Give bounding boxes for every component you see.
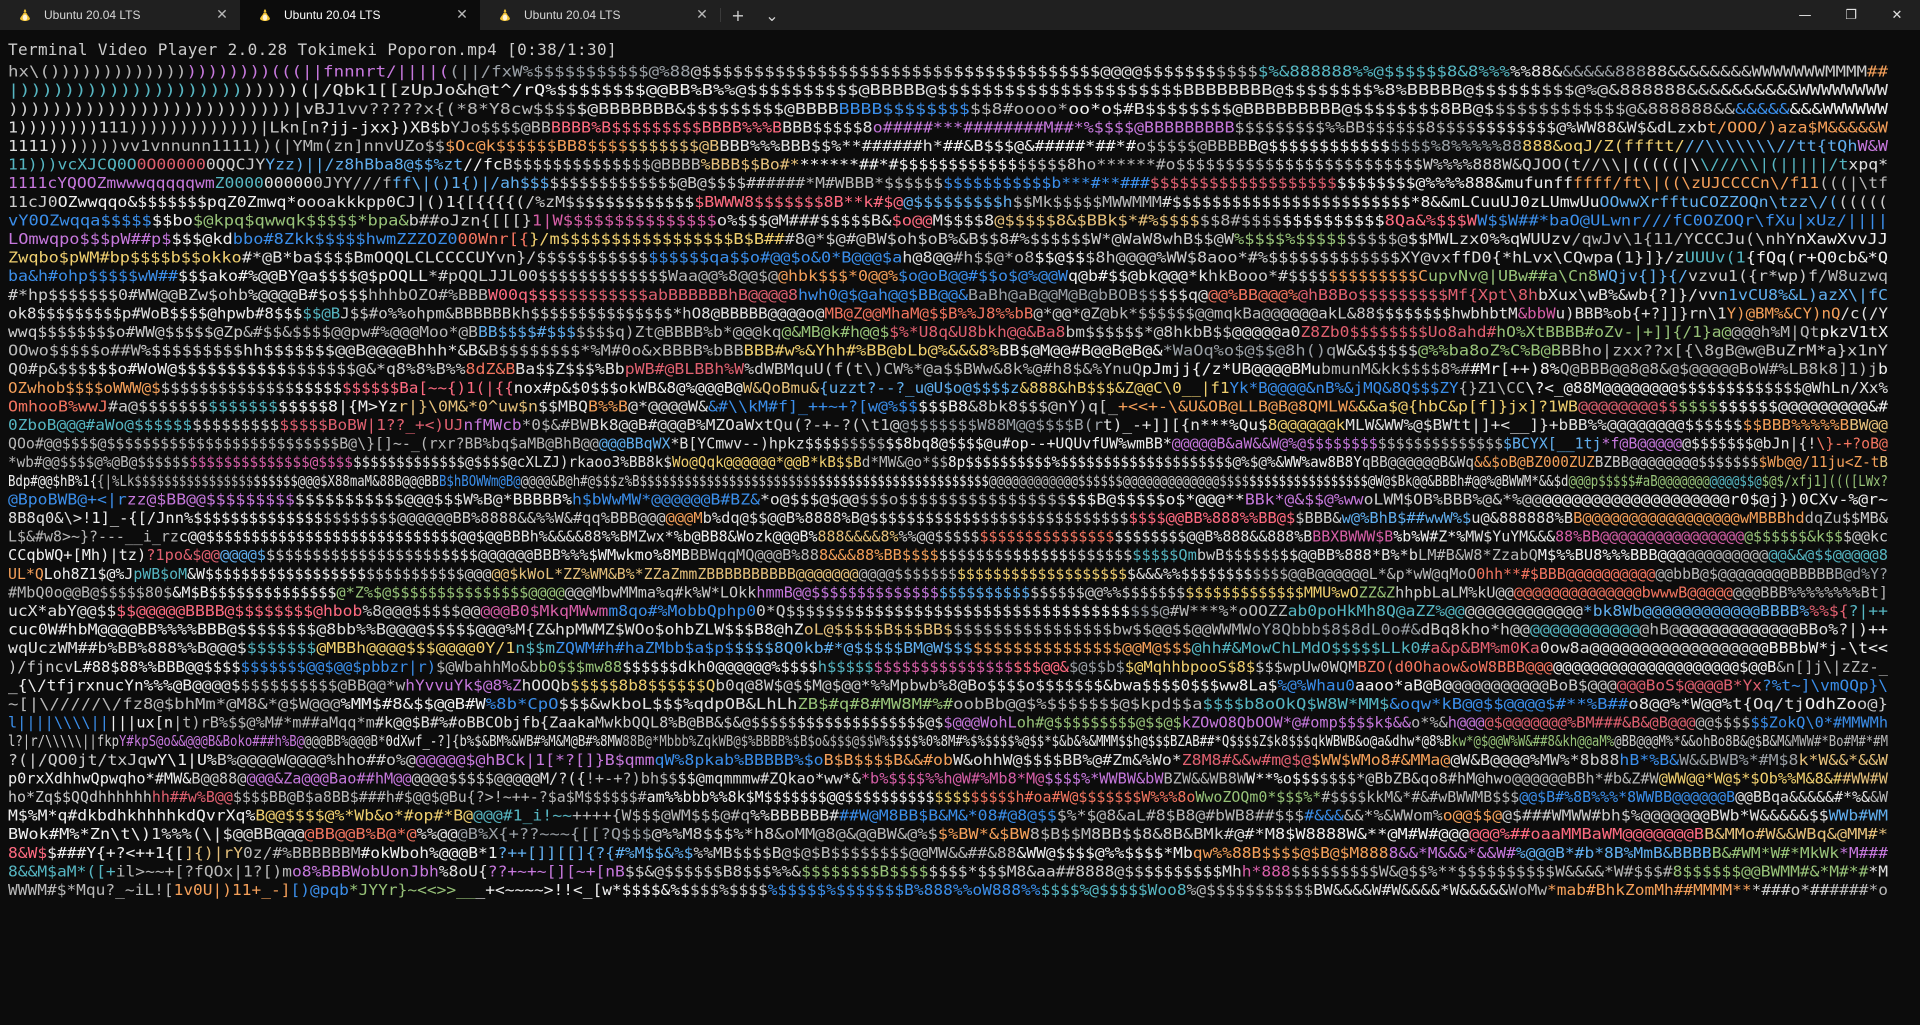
close-tab-icon[interactable]: ✕ bbox=[212, 5, 232, 25]
terminal-tab-2[interactable]: Ubuntu 20.04 LTS ✕ bbox=[240, 0, 480, 30]
close-tab-icon[interactable]: ✕ bbox=[692, 5, 712, 25]
ascii-row: QOo#@@$$$$@$$$$$$$$$$$$$$$$$$$$$$$$$$B@\… bbox=[8, 435, 1888, 453]
ascii-row: UL*QLoh8Z1$@%JpWB$oM&W$$$$$$$$$$$$$$$$$$… bbox=[8, 565, 1888, 583]
terminal-tab-3[interactable]: Ubuntu 20.04 LTS ✕ bbox=[480, 0, 720, 30]
ascii-row: 8B8q0&\>!1]_-{[/Jnn%$$$$$$$$$$$$$$$$$$$$… bbox=[8, 509, 1889, 527]
ubuntu-linux-icon bbox=[260, 9, 270, 21]
ascii-row: ~[|\/////\/fz8@$bhMm*@ M8&*@$W@@@ %MM$#8&$… bbox=[8, 695, 1888, 713]
ascii-row: 1111cYQOOZmwwwqqqqqwm Z0000 00000 0JYY///f f… bbox=[8, 174, 1888, 192]
player-status-line: Terminal Video Player 2.0.28 Tokimeki Po… bbox=[8, 40, 617, 59]
ascii-row: 8&W$ $###Y{+?<++1{[]{)|rY 0z/#%BBBBBBM #okW… bbox=[8, 844, 1889, 862]
tab-label: Ubuntu 20.04 LTS bbox=[284, 8, 381, 22]
ascii-row: 11cJ0 OZwwqqo&$$$$$$$pqZ0Zmwq*o ooakkkpp0C… bbox=[8, 193, 1888, 211]
ascii-row: l||||\\\\|||||ux[n|t)rB%$$@%M#*m##aMqq*m… bbox=[8, 714, 1888, 732]
ascii-row: l?|r/\\\\\||fkpY#kpS@o&&@@@B&Boko###h%B@… bbox=[8, 732, 1888, 750]
maximize-button[interactable]: ❐ bbox=[1828, 0, 1874, 30]
ascii-row: vY0OZwqqa$$$$$ $$bo $@kpq$qwwqk$$$$$*bpa& b… bbox=[8, 211, 1888, 229]
ascii-row: hx\()))))))))))))))))))))(((||fnnnrt/|||… bbox=[8, 63, 1889, 81]
ascii-row: OZwhob$$$$oWWW@$ $$$$$$$$$$$$$$ $$$$$$$$$$… bbox=[8, 379, 1889, 397]
tab-dropdown-button[interactable]: ⌄ bbox=[755, 0, 789, 30]
ascii-row: 0ZboB@@@#aWo@$$$$$$ $$$$$$$$$ $$$$$BoBW|1?… bbox=[8, 416, 1888, 434]
ascii-row: 1))))))))1 11)))))))))))))|Lkn[n ?jj-jxx})… bbox=[8, 118, 1889, 136]
ubuntu-linux-icon bbox=[20, 9, 30, 21]
ascii-row: ucX*abY@@$$ $$@@@@@BBBB@$$$$$$$$@hbob %8@@… bbox=[8, 602, 1888, 620]
terminal-tab-1[interactable]: Ubuntu 20.04 LTS ✕ bbox=[0, 0, 240, 30]
ascii-row: WWWM#$*Mqu?_~iL![1v0U|)11+_-] [)@pqb *JYYr… bbox=[8, 881, 1888, 899]
ascii-row: p0rxXdhhwQpwqho*#MW&B@@88@@@@&Za@@@Bao##… bbox=[8, 769, 1889, 787]
close-window-button[interactable]: ✕ bbox=[1874, 0, 1920, 30]
ascii-row: 8&&M$aM*([+ il>~~+[?fQOx|1?[)m o8%BBBWobUo… bbox=[8, 862, 1888, 880]
ascii-row: wwq$$$$$$$$o#WW@$$$$$@Zp &#$$&$$$$@@pw#%@… bbox=[8, 323, 1889, 341]
ascii-row: ?(|/QO0jt/txJq wY\1|U% B%@@@@W@@@@%hho##o%… bbox=[8, 751, 1889, 769]
ascii-row: L$&#w8>~}?---__i_rzc@@$$$$$$$$$$$$$$$$$$… bbox=[8, 528, 1888, 546]
titlebar-drag-area[interactable] bbox=[789, 0, 1782, 30]
ascii-video-frame: hx\()))))))))))))))))))))(((||fnnnrt/|||… bbox=[8, 63, 1889, 899]
ascii-row: @BpoBWB@+<|r zz@$BB@@$$$$$$$$$ $$$$$$$$$$$… bbox=[8, 490, 1888, 508]
ascii-row: #MbQ0o@@B@$$$$$80$&M$B$$$$$$$$$$$$$$@*Z%… bbox=[8, 583, 1888, 601]
window-titlebar: Ubuntu 20.04 LTS ✕ Ubuntu 20.04 LTS ✕ Ub… bbox=[0, 0, 1920, 30]
ascii-row: 11)))vcXJCQ0O 0O00000 0QQCJY Yzz)||/z8hBba8… bbox=[8, 156, 1888, 174]
ascii-row: cuc0W#hbM@@@@BB%%%%BBB@$$ $$$$$$@8bb%%B@@… bbox=[8, 621, 1888, 639]
ascii-row: BWok#M%*Zn\t\) 1%%%(\|$@@BB@@@ @BB@@B%B@*@… bbox=[8, 825, 1888, 843]
ubuntu-linux-icon bbox=[500, 9, 510, 21]
ascii-row: OmhooB%wwJ #a@$$$$$$$ $$$$$$$ $$$$$8|{M>Yz r… bbox=[8, 397, 1889, 415]
ascii-row: ))))))))))))))))))))))))))|vBJ 1vv?????x{… bbox=[8, 100, 1889, 118]
new-tab-button[interactable]: + bbox=[721, 0, 755, 30]
ascii-row: Bdp#@@$hB%1{{|%Lk$$$$$$$$$$$$$$$$$$$$$$@… bbox=[8, 472, 1888, 490]
tab-label: Ubuntu 20.04 LTS bbox=[44, 8, 141, 22]
ascii-row: 1111)))))))v v1vnnunn1111))(|YMm(z n]nnvUZ… bbox=[8, 137, 1889, 155]
tab-label: Ubuntu 20.04 LTS bbox=[524, 8, 621, 22]
ascii-row: OOwo$$$$$o##W %$$$$$$$$$ hh$$$$$$$@@ B@@@@B… bbox=[8, 342, 1889, 360]
ascii-row: _{\/tfjrxnucYn%%%@B@ @@@$$$$$$$$$$$@BB@@*… bbox=[8, 676, 1888, 694]
ascii-row: CCqbWQ+[Mh)|tz)?1po&$@@@@@@$$$$$$$$$$$$$… bbox=[8, 546, 1888, 564]
ascii-row: |)))))))))))))))))))))))))(|/Qbk1[[zUpJo… bbox=[8, 81, 1889, 99]
minimize-button[interactable]: — bbox=[1782, 0, 1828, 30]
ascii-row: wqUczWM##b%BB%888%%B@@@$ $$$$$$$ @MBBh@@@@… bbox=[8, 639, 1888, 657]
terminal-output[interactable]: Terminal Video Player 2.0.28 Tokimeki Po… bbox=[0, 30, 1920, 1025]
ascii-row: ho*Zq$$QQdhhhhhhhh##w%B@@$$$$BB@B$a8BB$#… bbox=[8, 788, 1889, 806]
ascii-row: #*hp$$$$$$$0#WW@@BZw$ohb %@@@@B#$o$$$ hhhb… bbox=[8, 286, 1888, 304]
ascii-row: )/fjncvL#88$88%%BBB@@$$$$$$$$$$$@@$@@$pb… bbox=[8, 658, 1889, 676]
ascii-row: LOmwqpo$$$pW##p$ $$$@kd bbo#8Zkk$$$$$hwmZZ… bbox=[8, 230, 1888, 248]
ascii-row: M$%M*q#dkb dhkhhhhkdQvrXq% B@@$$$$@%*Wb&o*… bbox=[8, 807, 1888, 825]
ascii-row: ok8$$$$$$$$$p#WoB $$$$@hpwb# 8$$$$$@BJ$$#o… bbox=[8, 304, 1889, 322]
ascii-row: ba&h#ohp$$$$$wW## $$$ako#%@@BY@a$$$$ @$pOQ… bbox=[8, 267, 1888, 285]
close-tab-icon[interactable]: ✕ bbox=[452, 5, 472, 25]
ascii-row: *wb#@@$$$$@%@B@$$$$$$$$$$$$$$$$$$$$@$$$$… bbox=[8, 453, 1888, 471]
ascii-row: Zwqbo$pWM#bp$$$$b$$okko #*@B*ba$$$$BmOQQL… bbox=[8, 249, 1888, 267]
ascii-row: Q0#p&$$$ $$$o#WoW@$$$$$$$$$$$ $$$$$$$@&*q8… bbox=[8, 360, 1888, 378]
